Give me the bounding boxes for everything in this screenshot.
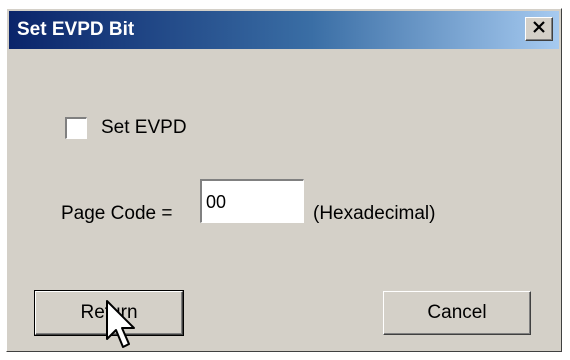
close-button[interactable] — [525, 17, 553, 41]
set-evpd-row[interactable]: Set EVPD — [65, 117, 187, 139]
set-evpd-checkbox[interactable] — [65, 117, 87, 139]
window-title: Set EVPD Bit — [17, 19, 135, 40]
set-evpd-label[interactable]: Set EVPD — [101, 117, 187, 139]
close-icon — [532, 20, 546, 38]
dialog-window: Set EVPD Bit Set EVPD Page Code = (Hexad… — [6, 8, 562, 352]
mouse-pointer-icon — [105, 299, 145, 355]
cancel-button[interactable]: Cancel — [383, 291, 531, 335]
title-bar[interactable]: Set EVPD Bit — [9, 11, 559, 49]
hexadecimal-label: (Hexadecimal) — [313, 203, 436, 224]
cancel-button-label: Cancel — [427, 302, 487, 323]
page-code-label: Page Code = — [61, 203, 173, 224]
page-code-input[interactable] — [200, 179, 304, 223]
